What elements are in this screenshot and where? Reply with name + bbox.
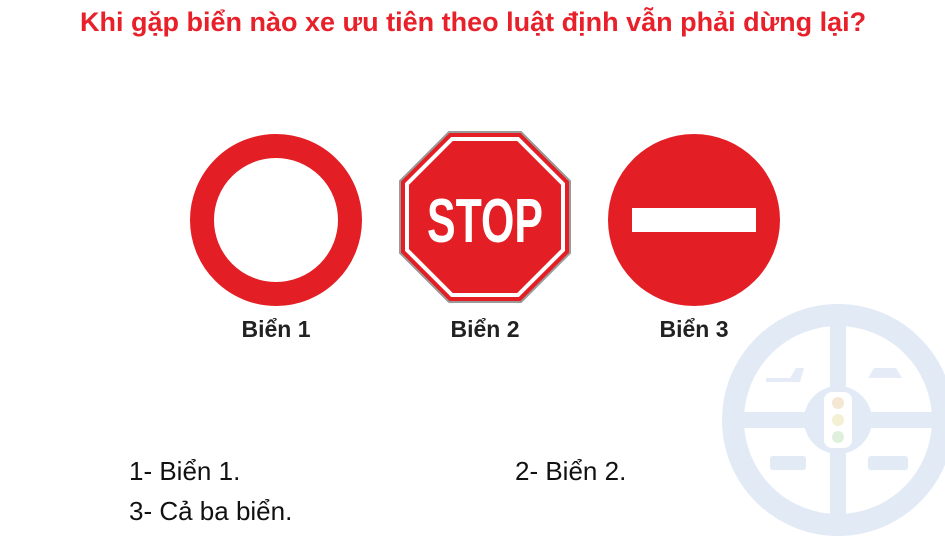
sign-1-label: Biển 1 [241, 316, 311, 342]
answer-1[interactable]: 1- Biển 1. [129, 456, 240, 487]
answer-2[interactable]: 2- Biển 2. [515, 456, 626, 487]
sign-3-label: Biển 3 [659, 316, 729, 342]
answer-3[interactable]: 3- Cả ba biển. [129, 496, 292, 527]
no-entry-sign-icon [608, 134, 780, 306]
question-text: Khi gặp biển nào xe ưu tiên theo luật đị… [80, 7, 867, 37]
stop-sign-text: STOP [427, 187, 543, 256]
stop-sign-icon: STOP [399, 131, 571, 303]
no-vehicles-sign-icon [190, 134, 362, 306]
sign-2-label: Biển 2 [450, 316, 520, 342]
